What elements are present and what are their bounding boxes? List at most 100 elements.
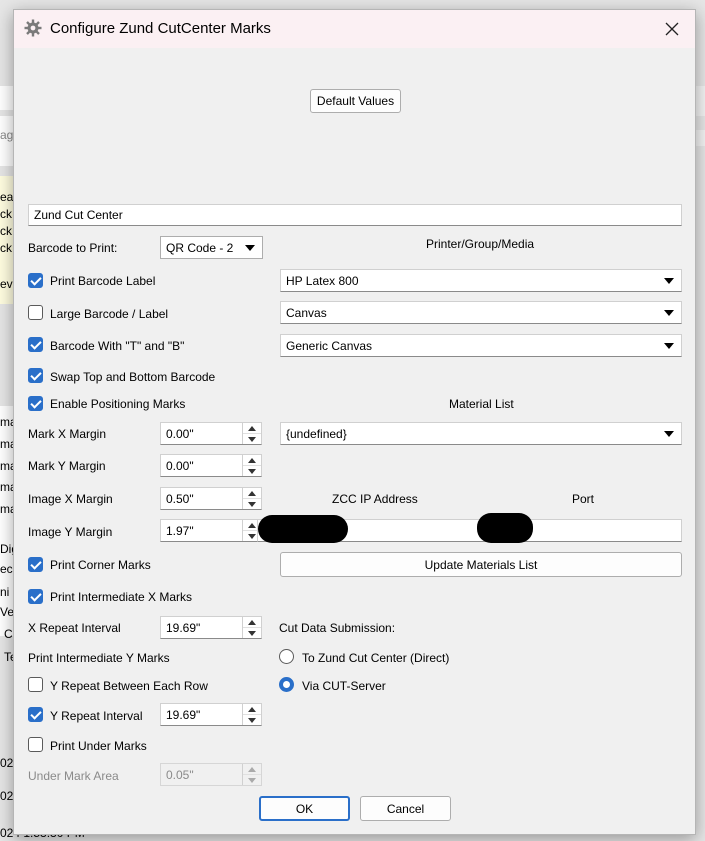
x-repeat-interval-spinner[interactable] [242,617,261,638]
mark-x-margin-input[interactable]: 0.00" [160,422,262,445]
mark-x-margin-spinner[interactable] [242,423,261,444]
close-icon [665,22,679,36]
spin-down-icon[interactable] [243,499,261,509]
y-repeat-interval-input[interactable]: 19.69" [160,703,262,726]
image-x-margin-value: 0.50" [166,491,194,506]
background-text: ma [0,415,14,429]
enable-positioning-text: Enable Positioning Marks [50,397,186,411]
x-repeat-interval-input[interactable]: 19.69" [160,616,262,639]
background-text: ck [0,207,12,221]
close-button[interactable] [649,10,695,48]
title-bar: Configure Zund CutCenter Marks [14,10,695,48]
image-x-margin-spinner[interactable] [242,488,261,509]
spin-up-icon[interactable] [243,704,261,715]
background-text: ma [0,480,14,494]
background-text: eve [0,277,14,291]
under-mark-area-value: 0.05" [166,767,194,782]
x-repeat-interval-label: X Repeat Interval [28,621,121,635]
radio-cut-server[interactable] [279,677,294,692]
spin-up-icon[interactable] [243,617,261,628]
media-value: Generic Canvas [286,338,373,353]
y-repeat-interval-value: 19.69" [166,707,201,722]
chevron-down-icon [664,430,674,437]
barcode-t-b-checkbox[interactable] [28,337,43,352]
image-y-margin-value: 1.97" [166,523,194,538]
printer-select[interactable]: HP Latex 800 [280,269,682,292]
print-under-marks-text: Print Under Marks [50,739,147,753]
image-x-margin-input[interactable]: 0.50" [160,487,262,510]
background-scroll [695,130,705,146]
image-y-margin-label: Image Y Margin [28,525,113,539]
under-mark-area-label: Under Mark Area [28,769,119,783]
print-intermediate-y-label: Print Intermediate Y Marks [28,651,170,665]
barcode-t-b-text: Barcode With "T" and "B" [50,339,185,353]
radio-direct[interactable] [279,649,294,664]
background-text: ni [0,585,10,599]
material-select[interactable]: {undefined} [280,422,682,445]
print-intermediate-x-checkbox[interactable] [28,589,43,604]
enable-positioning-checkbox[interactable] [28,396,43,411]
redaction-mark [258,515,348,543]
y-repeat-interval-spinner[interactable] [242,704,261,725]
print-intermediate-x-text: Print Intermediate X Marks [50,590,193,604]
background-text: ck [0,241,12,255]
spin-up-icon[interactable] [243,423,261,434]
radio-direct-label: To Zund Cut Center (Direct) [302,651,450,665]
group-select[interactable]: Canvas [280,301,682,324]
large-barcode-text: Large Barcode / Label [50,307,169,321]
mark-x-margin-label: Mark X Margin [28,427,107,441]
update-materials-button[interactable]: Update Materials List [280,552,682,577]
spin-down-icon[interactable] [243,628,261,638]
y-repeat-each-row-checkbox[interactable] [28,677,43,692]
spin-down-icon[interactable] [243,434,261,444]
background-text: ma [0,502,14,516]
background-text: Dig [0,542,14,556]
spin-down-icon [243,775,261,785]
background-text: ma [0,459,14,473]
material-list-label: Material List [449,397,514,411]
chevron-down-icon [664,342,674,349]
group-value: Canvas [286,305,327,320]
background-text: ma [0,437,14,451]
material-value: {undefined} [286,426,347,441]
print-under-marks-checkbox[interactable] [28,737,43,752]
background-text: ag [0,128,14,142]
background-text: 02 [0,789,14,803]
media-select[interactable]: Generic Canvas [280,334,682,357]
print-barcode-label-checkbox[interactable] [28,273,43,288]
gear-icon [24,19,42,37]
chevron-down-icon [664,277,674,284]
mark-y-margin-spinner[interactable] [242,455,261,476]
image-y-margin-input[interactable]: 1.97" [160,519,262,542]
cut-data-submission-label: Cut Data Submission: [279,621,396,635]
background-text: ea [0,190,14,204]
y-repeat-interval-checkbox[interactable] [28,707,43,722]
cancel-button[interactable]: Cancel [360,796,451,821]
redaction-mark [477,513,533,543]
large-barcode-checkbox[interactable] [28,305,43,320]
spin-up-icon[interactable] [243,455,261,466]
background-text: ck [0,224,12,238]
spin-up-icon[interactable] [243,488,261,499]
image-x-margin-label: Image X Margin [28,492,113,506]
background-strip [0,86,14,110]
spin-down-icon[interactable] [243,466,261,476]
background-text: Ve [0,605,14,619]
swap-top-bottom-checkbox[interactable] [28,368,43,383]
barcode-to-print-select[interactable]: QR Code - 2 [160,236,263,259]
swap-top-bottom-text: Swap Top and Bottom Barcode [50,370,216,384]
background-text: ec [0,562,13,576]
under-mark-area-spinner [242,764,261,785]
spin-down-icon[interactable] [243,715,261,725]
print-corner-marks-text: Print Corner Marks [50,558,151,572]
default-values-button[interactable]: Default Values [310,89,401,113]
ok-button[interactable]: OK [259,796,350,821]
mark-y-margin-input[interactable]: 0.00" [160,454,262,477]
background-scroll [695,86,705,116]
name-input[interactable]: Zund Cut Center [28,204,682,226]
print-barcode-label-text: Print Barcode Label [50,274,156,288]
print-corner-marks-checkbox[interactable] [28,557,43,572]
port-label: Port [572,492,595,506]
mark-y-margin-value: 0.00" [166,458,194,473]
printer-group-media-label: Printer/Group/Media [426,237,535,251]
